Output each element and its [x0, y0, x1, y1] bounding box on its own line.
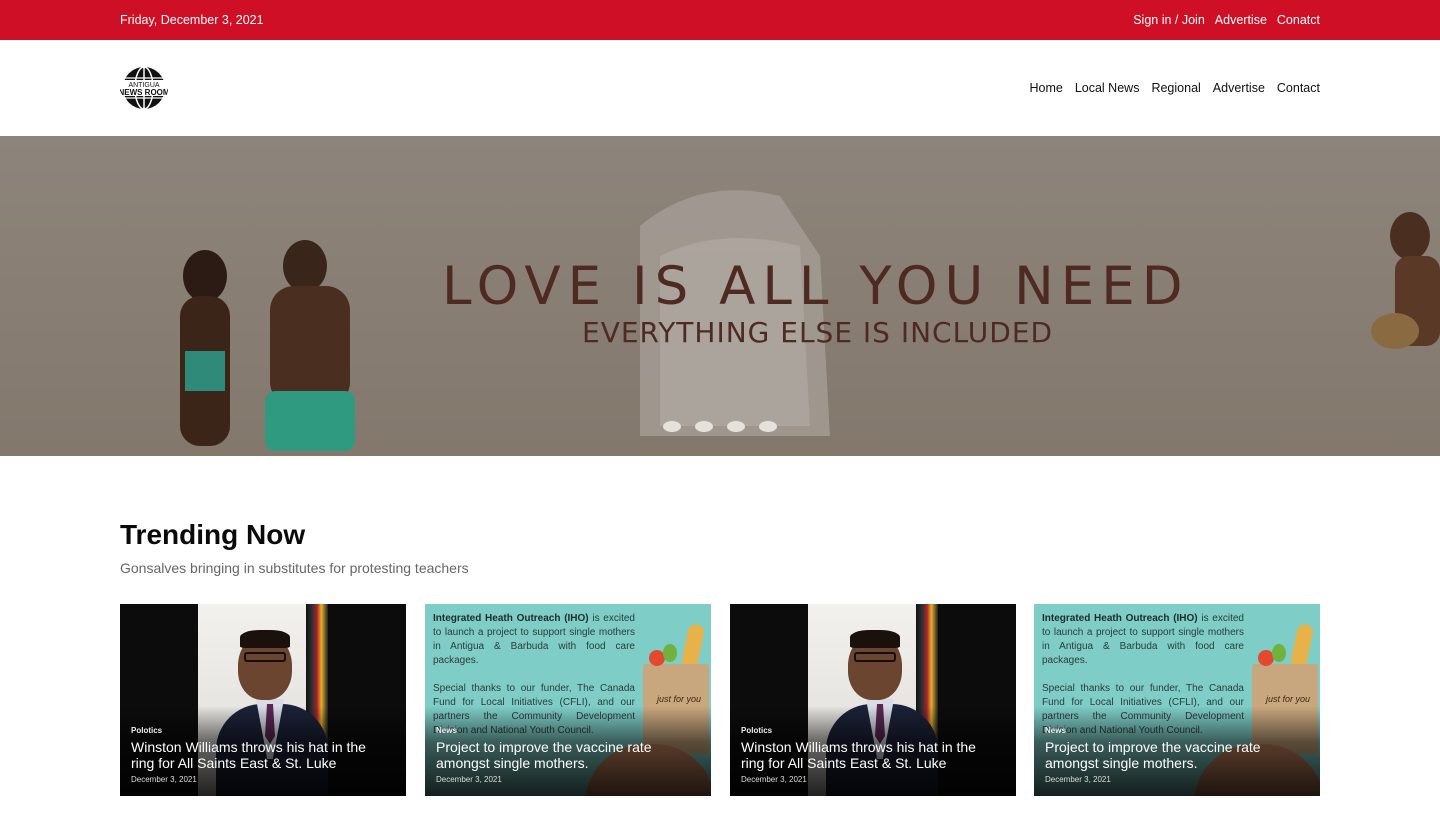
card-title[interactable]: Project to improve the vaccine rate amon… — [1045, 739, 1307, 771]
top-links: Sign in / Join Advertise Conatct — [1133, 13, 1320, 27]
contact-top-link[interactable]: Conatct — [1277, 13, 1320, 27]
slider-dot-4[interactable] — [759, 421, 777, 432]
site-header: ANTIGUA NEWS ROOM Home Local News Region… — [0, 40, 1440, 136]
card-category[interactable]: Polotics — [131, 726, 162, 735]
slider-dot-2[interactable] — [695, 421, 713, 432]
card-title[interactable]: Winston Williams throws his hat in the r… — [131, 739, 393, 771]
card-title[interactable]: Winston Williams throws his hat in the r… — [741, 739, 1003, 771]
hero-subheadline: EVERYTHING ELSE IS INCLUDED — [582, 316, 1054, 349]
card-date: December 3, 2021 — [436, 775, 502, 784]
news-card[interactable]: Polotics Winston Williams throws his hat… — [120, 604, 406, 796]
trending-cards: Polotics Winston Williams throws his hat… — [120, 604, 1320, 796]
nav-contact[interactable]: Contact — [1277, 81, 1320, 95]
card-date: December 3, 2021 — [131, 775, 197, 784]
sign-in-link[interactable]: Sign in / Join — [1133, 13, 1205, 27]
hero-slider[interactable]: LOVE IS ALL YOU NEED EVERYTHING ELSE IS … — [0, 136, 1440, 456]
globe-icon: ANTIGUA NEWS ROOM — [118, 66, 170, 110]
card-date: December 3, 2021 — [1045, 775, 1111, 784]
section-subtitle[interactable]: Gonsalves bringing in substitutes for pr… — [120, 560, 469, 576]
slider-dots — [663, 421, 777, 432]
card-category[interactable]: Polotics — [741, 726, 772, 735]
nav-local-news[interactable]: Local News — [1075, 81, 1140, 95]
news-card[interactable]: Integrated Heath Outreach (IHO) is excit… — [425, 604, 711, 796]
section-title: Trending Now — [120, 519, 306, 550]
card-category[interactable]: News — [436, 726, 457, 735]
logo-line2: NEWS ROOM — [120, 88, 168, 97]
hero-headline: LOVE IS ALL YOU NEED — [442, 256, 1190, 317]
card-category[interactable]: News — [1045, 726, 1066, 735]
card-title[interactable]: Project to improve the vaccine rate amon… — [436, 739, 698, 771]
card-date: December 3, 2021 — [741, 775, 807, 784]
top-bar: Friday, December 3, 2021 Sign in / Join … — [0, 0, 1440, 40]
nav-advertise[interactable]: Advertise — [1213, 81, 1265, 95]
news-card[interactable]: Polotics Winston Williams throws his hat… — [730, 604, 1016, 796]
advertise-top-link[interactable]: Advertise — [1215, 13, 1267, 27]
slider-dot-3[interactable] — [727, 421, 745, 432]
main-nav: Home Local News Regional Advertise Conta… — [1029, 81, 1320, 95]
current-date: Friday, December 3, 2021 — [120, 13, 264, 27]
slider-dot-1[interactable] — [663, 421, 681, 432]
nav-regional[interactable]: Regional — [1151, 81, 1200, 95]
site-logo[interactable]: ANTIGUA NEWS ROOM — [118, 66, 170, 110]
nav-home[interactable]: Home — [1029, 81, 1062, 95]
news-card[interactable]: Integrated Heath Outreach (IHO) is excit… — [1034, 604, 1320, 796]
